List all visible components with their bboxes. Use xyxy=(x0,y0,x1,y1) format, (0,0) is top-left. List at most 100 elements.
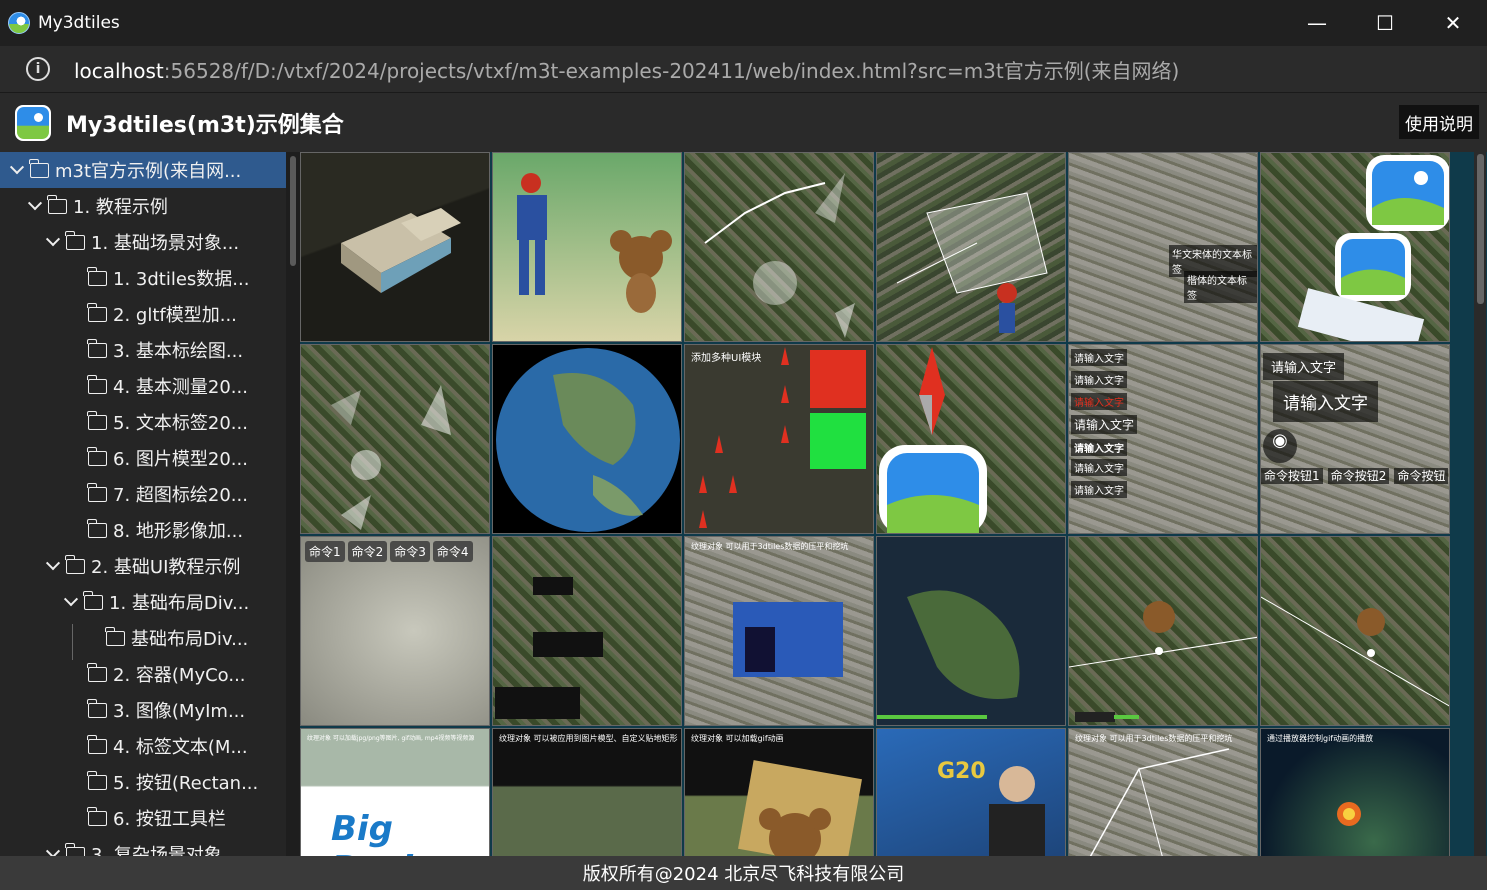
window-titlebar: My3dtiles — ☐ ✕ xyxy=(0,0,1487,46)
example-thumbnail-image-model[interactable] xyxy=(1260,152,1450,342)
folder-icon xyxy=(65,230,85,250)
gallery-scrollbar-thumb[interactable] xyxy=(1477,154,1484,304)
flatten-lines-icon xyxy=(1089,748,1230,856)
arrow-shapes-icon xyxy=(331,385,451,530)
maximize-button[interactable]: ☐ xyxy=(1351,0,1419,46)
tree-item[interactable]: 4. 标签文本(M... xyxy=(0,728,286,764)
folder-icon xyxy=(105,626,125,646)
example-thumbnail-plot[interactable] xyxy=(684,152,874,342)
example-thumbnail-texture-rect[interactable]: 纹理对象 可以被应用到图片模型、自定义贴地矩形 xyxy=(492,728,682,856)
app-title: My3dtiles(m3t)示例集合 xyxy=(66,112,344,138)
tree-item[interactable]: 1. 基础场景对象... xyxy=(0,224,286,260)
sidebar-scrollbar-thumb[interactable] xyxy=(290,156,296,266)
tree-item[interactable]: 3. 复杂场景对象 xyxy=(0,836,286,856)
tree-item-root[interactable]: m3t官方示例(来自网... xyxy=(0,152,286,188)
help-button[interactable]: 使用说明 xyxy=(1399,105,1479,139)
info-icon[interactable]: i xyxy=(26,57,50,81)
tree-item[interactable]: 5. 文本标签20... xyxy=(0,404,286,440)
example-thumbnail-popup[interactable] xyxy=(492,536,682,726)
example-thumbnail-ui-modules[interactable]: 添加多种UI模块 xyxy=(684,344,874,534)
g20-logo: G20 xyxy=(937,759,986,784)
tree-item[interactable]: 基础布局Div... xyxy=(0,620,286,656)
example-gallery: 华文宋体的文本标签 楷体的文本标签 添加多种UI模块 请输入文字 请输入文字 请… xyxy=(300,152,1452,856)
chevron-down-icon[interactable] xyxy=(8,161,26,179)
gltf-models-icon xyxy=(517,173,672,313)
example-thumbnail-3dtiles[interactable] xyxy=(300,152,490,342)
tree-item[interactable]: 2. 基础UI教程示例 xyxy=(0,548,286,584)
folder-icon xyxy=(83,590,103,610)
folder-icon xyxy=(87,338,107,358)
fire-icon xyxy=(1337,802,1361,826)
video-logo: Big Buck xyxy=(331,809,424,856)
chevron-down-icon[interactable] xyxy=(26,197,44,215)
close-button[interactable]: ✕ xyxy=(1419,0,1487,46)
chevron-down-icon[interactable] xyxy=(44,845,62,856)
news-anchor-icon xyxy=(989,766,1045,856)
example-thumbnail-texture-news[interactable]: G20 xyxy=(876,728,1066,856)
tree-item[interactable]: 6. 图片模型20... xyxy=(0,440,286,476)
tree-item[interactable]: 8. 地形影像加... xyxy=(0,512,286,548)
example-thumbnail-texture-video[interactable]: 纹理对象 可以加载jpg/png等图片, gif动画, mp4视频等视频源 Bi… xyxy=(300,728,490,856)
eye-icon: ◉ xyxy=(1263,429,1297,463)
chevron-down-icon[interactable] xyxy=(44,233,62,251)
example-thumbnail-text-labels[interactable]: 华文宋体的文本标签 楷体的文本标签 xyxy=(1068,152,1258,342)
tree-item[interactable]: 2. gltf模型加... xyxy=(0,296,286,332)
app-header: My3dtiles(m3t)示例集合 使用说明 xyxy=(0,92,1487,152)
folder-icon xyxy=(87,482,107,502)
sidebar-scrollbar[interactable] xyxy=(286,152,300,856)
chevron-down-icon[interactable] xyxy=(62,593,80,611)
window-title: My3dtiles xyxy=(38,13,120,33)
folder-icon xyxy=(65,554,85,574)
folder-icon xyxy=(87,302,107,322)
example-thumbnail-commands[interactable]: 命令1 命令2 命令3 命令4 xyxy=(300,536,490,726)
sidebar-tree: m3t官方示例(来自网... 1. 教程示例 1. 基础场景对象... 1. 3… xyxy=(0,152,286,856)
url-text[interactable]: localhost:56528/f/D:/vtxf/2024/projects/… xyxy=(74,55,1179,84)
example-thumbnail-supermap-plot[interactable] xyxy=(300,344,490,534)
tree-item[interactable]: 3. 图像(MyIm... xyxy=(0,692,286,728)
image-pin-icon xyxy=(1297,155,1449,341)
example-thumbnail-ui-inputs[interactable]: 请输入文字 请输入文字 ◉ 命令按钮1 命令按钮2 命令按钮 xyxy=(1260,344,1450,534)
globe-icon xyxy=(496,348,680,532)
command-pills: 命令1 命令2 命令3 命令4 xyxy=(305,541,476,562)
tree-item[interactable]: 2. 容器(MyCo... xyxy=(0,656,286,692)
compass-icon xyxy=(879,347,987,533)
folder-icon xyxy=(87,662,107,682)
tree-item[interactable]: 7. 超图标绘20... xyxy=(0,476,286,512)
tree-item[interactable]: 1. 基础布局Div... xyxy=(0,584,286,620)
folder-icon xyxy=(87,518,107,538)
tree-item[interactable]: 4. 基本测量20... xyxy=(0,368,286,404)
example-thumbnail-animation[interactable] xyxy=(876,536,1066,726)
minimize-button[interactable]: — xyxy=(1283,0,1351,46)
example-thumbnail-video-texture[interactable]: 纹理对象 可以用于3dtiles数据的压平和挖坑 xyxy=(684,536,874,726)
example-thumbnail-path-model[interactable] xyxy=(1068,536,1258,726)
example-thumbnail-measure[interactable] xyxy=(876,152,1066,342)
gallery-scrollbar-track[interactable] xyxy=(1474,152,1486,856)
ui-blocks-icon xyxy=(699,347,866,528)
tree-item[interactable]: 3. 基本标绘图... xyxy=(0,332,286,368)
folder-icon xyxy=(65,842,85,856)
gallery-scrollbar[interactable] xyxy=(1452,152,1487,856)
tree-item[interactable]: 6. 按钮工具栏 xyxy=(0,800,286,836)
folder-icon xyxy=(87,446,107,466)
example-thumbnail-terrain[interactable] xyxy=(492,344,682,534)
copyright-text: 版权所有@2024 北京尽飞科技有限公司 xyxy=(582,864,905,885)
tree-item[interactable]: 1. 教程示例 xyxy=(0,188,286,224)
chevron-down-icon[interactable] xyxy=(44,557,62,575)
example-thumbnail-texture-flatten[interactable]: 纹理对象 可以用于3dtiles数据的压平和挖坑 xyxy=(1068,728,1258,856)
folder-icon xyxy=(87,266,107,286)
example-thumbnail-compass[interactable] xyxy=(876,344,1066,534)
tree-item[interactable]: 5. 按钮(Rectan... xyxy=(0,764,286,800)
example-thumbnail-gif-control[interactable]: 通过播放器控制gif动画的播放 xyxy=(1260,728,1450,856)
folder-icon xyxy=(87,770,107,790)
example-thumbnail-path-model-2[interactable] xyxy=(1260,536,1450,726)
folder-icon xyxy=(87,698,107,718)
app-icon xyxy=(8,12,30,34)
tree-item[interactable]: 1. 3dtiles数据... xyxy=(0,260,286,296)
example-thumbnail-gltf[interactable] xyxy=(492,152,682,342)
folder-icon xyxy=(87,410,107,430)
plot-shapes-icon xyxy=(704,173,855,338)
example-thumbnail-texture-gif[interactable]: 纹理对象 可以加载gif动画 xyxy=(684,728,874,856)
jerry-gif-icon xyxy=(738,760,862,856)
example-thumbnail-labels[interactable]: 请输入文字 请输入文字 请输入文字 请输入文字 请输入文字 请输入文字 请输入文… xyxy=(1068,344,1258,534)
footer: 版权所有@2024 北京尽飞科技有限公司 xyxy=(0,856,1487,890)
